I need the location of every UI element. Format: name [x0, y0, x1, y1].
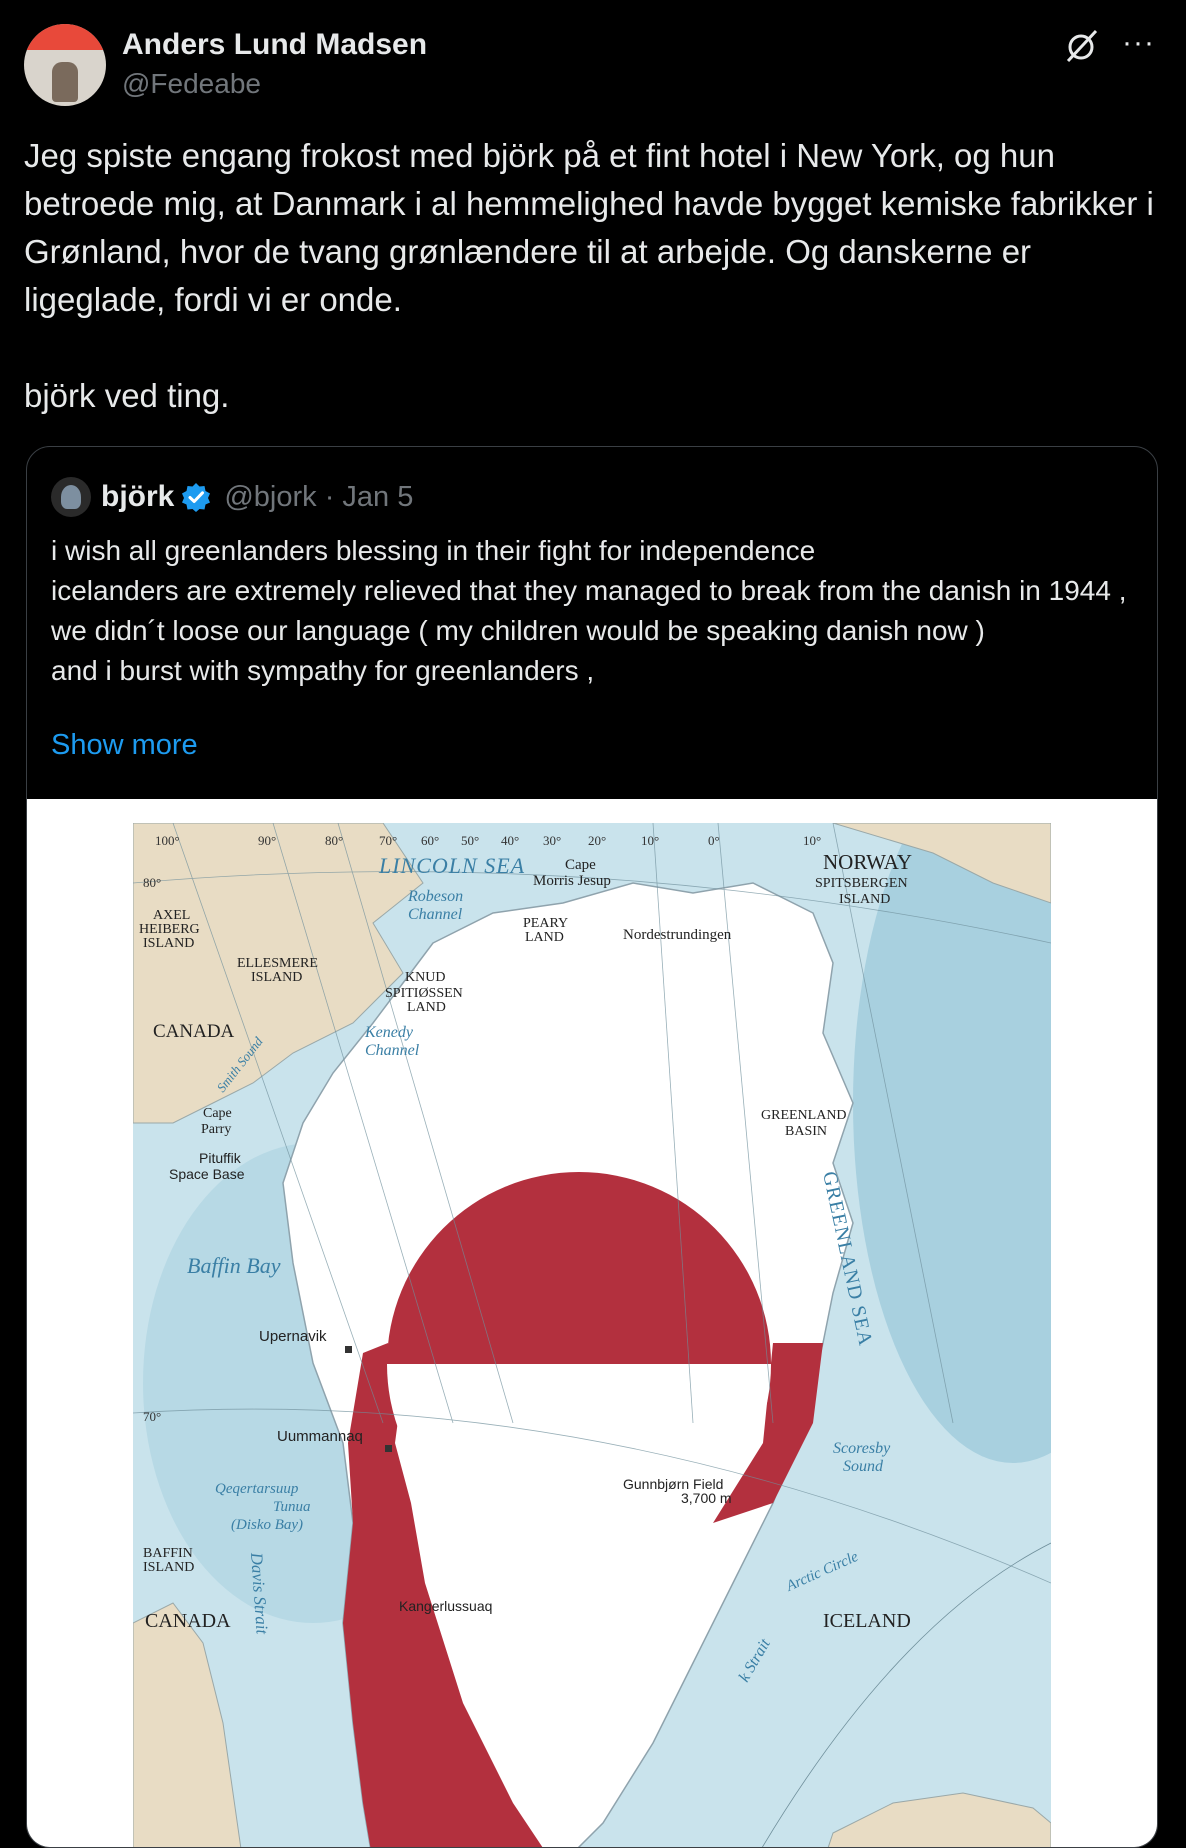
- quoted-tweet-header: björk @bjork · Jan 5: [51, 477, 413, 517]
- tweet-paragraph-2: björk ved ting.: [24, 377, 230, 414]
- uummannaq-label: Uummannaq: [277, 1428, 363, 1445]
- quoted-handle-date[interactable]: @bjork · Jan 5: [224, 481, 413, 514]
- upernavik-label: Upernavik: [259, 1328, 327, 1345]
- disko-bay-label: (Disko Bay): [231, 1517, 303, 1533]
- axel-heiberg-label: ISLAND: [143, 936, 194, 951]
- baffin-bay-label: Baffin Bay: [187, 1253, 281, 1278]
- gunnbjorn-label: 3,700 m: [681, 1490, 732, 1506]
- tweet-paragraph-1: Jeg spiste engang frokost med björk på e…: [24, 137, 1154, 318]
- ellesmere-label: ISLAND: [251, 970, 302, 985]
- nordestrundingen-label: Nordestrundingen: [623, 927, 732, 943]
- kangerlussuaq-label: Kangerlussuaq: [399, 1598, 492, 1614]
- knud-rasmussen-label: SPITIØSSEN: [385, 986, 463, 1001]
- svg-text:20°: 20°: [588, 833, 606, 848]
- knud-rasmussen-label: LAND: [407, 1000, 446, 1015]
- baffin-island-label: ISLAND: [143, 1560, 194, 1575]
- svg-text:10°: 10°: [803, 833, 821, 848]
- ellesmere-label: ELLESMERE: [237, 956, 318, 971]
- spitsbergen-label: SPITSBERGEN: [815, 876, 908, 891]
- axel-heiberg-label: AXEL: [153, 908, 190, 923]
- quoted-line: icelanders are extremely relieved that t…: [51, 575, 1127, 606]
- quoted-line: and i burst with sympathy for greenlande…: [51, 655, 595, 686]
- avatar-hat-band: [24, 24, 106, 50]
- uummannaq-marker: [385, 1445, 392, 1452]
- author-handle[interactable]: @Fedeabe: [122, 68, 261, 100]
- svg-text:50°: 50°: [461, 833, 479, 848]
- lincoln-sea-label: LINCOLN SEA: [378, 853, 525, 878]
- svg-text:60°: 60°: [421, 833, 439, 848]
- scoresby-label: Scoresby: [833, 1440, 891, 1457]
- svg-text:90°: 90°: [258, 833, 276, 848]
- spitsbergen-label: ISLAND: [839, 892, 890, 907]
- svg-text:0°: 0°: [708, 833, 720, 848]
- peary-land-label: PEARY: [523, 916, 568, 931]
- kennedy-channel-label: Kenedy: [364, 1024, 414, 1041]
- pituffik-label: Space Base: [169, 1166, 245, 1182]
- knud-rasmussen-label: KNUD: [405, 970, 445, 985]
- canada-lower-label: CANADA: [145, 1610, 231, 1632]
- lat-80-label: 80°: [143, 875, 161, 890]
- author-avatar[interactable]: [24, 24, 106, 106]
- svg-text:10°: 10°: [641, 833, 659, 848]
- greenland-basin-label: GREENLAND: [761, 1108, 847, 1123]
- peary-land-label: LAND: [525, 930, 564, 945]
- lat-70-label: 70°: [143, 1409, 161, 1424]
- more-icon[interactable]: ···: [1122, 26, 1155, 60]
- svg-text:40°: 40°: [501, 833, 519, 848]
- author-display-name[interactable]: Anders Lund Madsen: [122, 28, 427, 62]
- upernavik-marker: [345, 1346, 352, 1353]
- grok-icon[interactable]: [1064, 28, 1100, 64]
- svg-text:100°: 100°: [155, 833, 180, 848]
- pituffik-label: Pituffik: [199, 1150, 242, 1166]
- avatar-figure: [52, 62, 78, 102]
- show-more-link[interactable]: Show more: [51, 729, 198, 762]
- cape-parry-label: Cape: [203, 1106, 232, 1121]
- quoted-author-name[interactable]: björk: [101, 480, 174, 514]
- quoted-author-avatar[interactable]: [51, 477, 91, 517]
- kennedy-channel-label: Channel: [365, 1042, 420, 1059]
- iceland-label: ICELAND: [823, 1610, 911, 1632]
- quoted-line: i wish all greenlanders blessing in thei…: [51, 535, 816, 566]
- cape-morris-label: Cape: [565, 857, 596, 873]
- verified-badge-icon: [182, 483, 211, 512]
- quoted-tweet-card[interactable]: björk @bjork · Jan 5 i wish all greenlan…: [26, 446, 1158, 1848]
- greenland-map: 100° 90° 80° 70° 60° 50° 40° 30° 20° 10°…: [133, 823, 1051, 1847]
- svg-text:70°: 70°: [379, 833, 397, 848]
- baffin-island-label: BAFFIN: [143, 1546, 193, 1561]
- quoted-tweet-text: i wish all greenlanders blessing in thei…: [51, 531, 1141, 691]
- cape-morris-label: Morris Jesup: [533, 873, 611, 889]
- quoted-line: we didn´t loose our language ( my childr…: [51, 615, 985, 646]
- svg-text:30°: 30°: [543, 833, 561, 848]
- robeson-label: Channel: [408, 906, 463, 923]
- norway-label: NORWAY: [823, 850, 912, 874]
- cape-parry-label: Parry: [201, 1122, 231, 1137]
- canada-label: CANADA: [153, 1021, 235, 1042]
- disko-bay-label: Tunua: [273, 1499, 311, 1515]
- tweet-text: Jeg spiste engang frokost med björk på e…: [24, 132, 1154, 420]
- scoresby-label: Sound: [843, 1458, 884, 1475]
- greenland-basin-label: BASIN: [785, 1124, 827, 1139]
- quoted-media-image[interactable]: 100° 90° 80° 70° 60° 50° 40° 30° 20° 10°…: [27, 799, 1157, 1847]
- robeson-label: Robeson: [407, 888, 463, 905]
- axel-heiberg-label: HEIBERG: [139, 922, 200, 937]
- disko-bay-label: Qeqertarsuup: [215, 1481, 299, 1497]
- svg-text:80°: 80°: [325, 833, 343, 848]
